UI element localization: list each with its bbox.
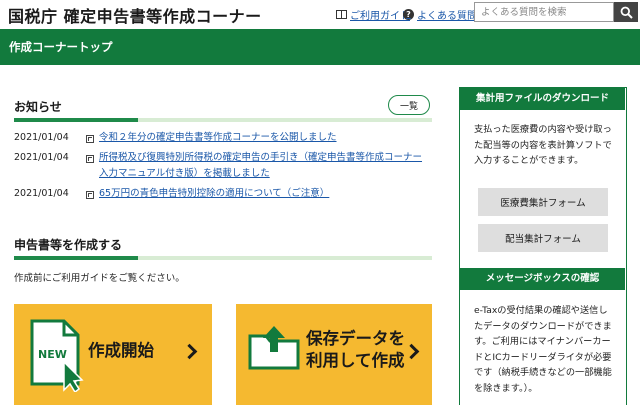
new-document-icon: NEW (30, 319, 84, 392)
document-icon (86, 135, 94, 143)
create-divider (14, 256, 432, 260)
news-title: お知らせ (14, 100, 62, 114)
book-icon (336, 10, 347, 19)
news-date: 2021/01/04 (14, 132, 69, 143)
news-date: 2021/01/04 (14, 188, 69, 199)
folder-upload-icon (248, 326, 300, 370)
search-icon (620, 6, 633, 19)
chevron-right-icon (181, 343, 198, 360)
news-list-button[interactable]: 一覧 (388, 95, 430, 115)
sidebar-panel: 集計用ファイルのダウンロード 支払った医療費の内容や受け取った配当等の内容を表計… (459, 87, 627, 405)
news-date: 2021/01/04 (14, 152, 69, 163)
search-button[interactable] (614, 2, 638, 22)
dividend-form-button[interactable]: 配当集計フォーム (478, 224, 608, 252)
document-icon (86, 191, 94, 199)
download-section-title: 集計用ファイルのダウンロード (460, 88, 625, 110)
news-link-3[interactable]: 65万円の青色申告特別控除の適用について（ご注意） (99, 186, 425, 202)
messagebox-section-title: メッセージボックスの確認 (460, 268, 625, 290)
search-input[interactable] (474, 2, 614, 22)
search-box (474, 2, 638, 22)
news-link-2[interactable]: 所得税及び復興特別所得税の確定申告の手引き（確定申告書等作成コーナー入力マニュア… (99, 150, 425, 182)
create-title: 申告書等を作成する (14, 238, 123, 252)
start-creation-tile[interactable]: NEW 作成開始 (14, 304, 212, 405)
document-icon (86, 155, 94, 163)
messagebox-description: e-Taxの受付結果の確認や送信したデータのダウンロードができます。ご利用にはマ… (474, 305, 612, 394)
start-creation-label: 作成開始 (88, 341, 154, 360)
use-saved-data-label-2: 利用して作成 (306, 351, 405, 370)
guide-link[interactable]: ご利用ガイド (336, 7, 410, 22)
use-saved-data-label-1: 保存データを (306, 329, 405, 348)
guide-text: 作成前にご利用ガイドをご覧ください。 (14, 273, 185, 284)
question-icon: ? (403, 9, 414, 20)
faq-link-label: よくある質問 (417, 11, 477, 22)
news-link-1[interactable]: 令和２年分の確定申告書等作成コーナーを公開しました (99, 130, 419, 146)
new-badge: NEW (38, 348, 67, 361)
use-saved-data-tile[interactable]: 保存データを 利用して作成 (236, 304, 432, 405)
breadcrumb-top: 作成コーナートップ (9, 40, 113, 54)
download-description: 支払った医療費の内容や受け取った配当等の内容を表計算ソフトで入力することができま… (474, 124, 612, 166)
site-title[interactable]: 国税庁 確定申告書等作成コーナー (8, 3, 262, 27)
chevron-right-icon (403, 343, 420, 360)
news-divider (14, 118, 432, 122)
guide-link-label: ご利用ガイド (350, 11, 410, 22)
medical-expense-form-button[interactable]: 医療費集計フォーム (478, 188, 608, 216)
top-nav-bar: 作成コーナートップ (0, 29, 640, 65)
faq-link[interactable]: ? よくある質問 (403, 7, 477, 22)
site-header: 国税庁 確定申告書等作成コーナー ご利用ガイド ? よくある質問 (0, 0, 640, 28)
